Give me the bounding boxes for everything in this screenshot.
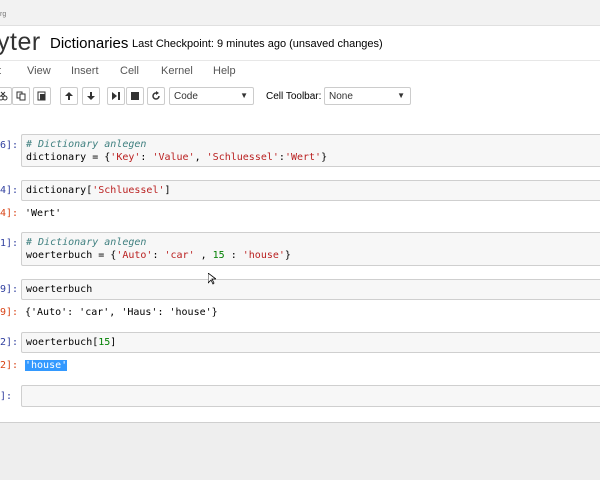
menu-help[interactable]: Help [213, 65, 236, 77]
code-input[interactable] [21, 385, 600, 407]
code-token: woerterbuch [26, 284, 93, 295]
menu-insert[interactable]: Insert [71, 65, 99, 77]
stop-icon [131, 92, 139, 100]
notebook-header: yter Dictionaries Last Checkpoint: 9 min… [0, 25, 600, 61]
cell-toolbar-select[interactable]: None ▼ [324, 87, 411, 105]
code-token: : [224, 250, 243, 261]
code-token: , [194, 152, 207, 163]
input-prompt: 1]: [0, 238, 19, 249]
jupyter-logo[interactable]: yter [0, 28, 41, 57]
code-token: 15 [98, 337, 111, 348]
code-input[interactable]: # Dictionary anlegen dictionary = {'Key'… [21, 134, 600, 167]
paste-icon [37, 91, 46, 101]
arrow-down-icon [87, 92, 95, 100]
code-line: dictionary = {'Key': 'Value', 'Schluesse… [26, 152, 327, 163]
code-token: 'Key' [110, 152, 141, 163]
code-token: # Dictionary anlegen [26, 237, 147, 248]
code-token: 15 [212, 250, 225, 261]
run-button[interactable] [107, 87, 125, 105]
cell-output: 'house' [25, 360, 68, 371]
menu-edit[interactable]: t [0, 65, 1, 77]
code-input[interactable]: woerterbuch[15] [21, 332, 600, 353]
code-token: , [194, 250, 213, 261]
code-line: # Dictionary anlegen [26, 237, 146, 248]
code-token: dictionary[ [26, 185, 93, 196]
code-token: 'Value' [152, 152, 195, 163]
code-input[interactable]: woerterbuch [21, 279, 600, 300]
code-line: # Dictionary anlegen [26, 139, 146, 150]
code-token: woerterbuch = { [26, 250, 117, 261]
output-prompt: 4]: [0, 208, 19, 219]
code-token: 'Auto' [116, 250, 153, 261]
input-prompt: 9]: [0, 284, 19, 295]
notebook-title[interactable]: Dictionaries [50, 35, 128, 52]
code-line: woerterbuch[15] [26, 337, 116, 348]
code-token: 'Schluessel' [206, 152, 279, 163]
code-token: # Dictionary anlegen [26, 139, 147, 150]
interrupt-button[interactable] [126, 87, 144, 105]
step-forward-icon [112, 92, 120, 100]
cell-type-select[interactable]: Code ▼ [169, 87, 254, 105]
code-token: 'car' [164, 250, 195, 261]
code-input[interactable]: # Dictionary anlegen woerterbuch = {'Aut… [21, 232, 600, 266]
code-line: woerterbuch [26, 284, 92, 295]
arrow-up-icon [65, 92, 73, 100]
browser-address-bar[interactable]: rg [0, 0, 600, 26]
code-token: : [140, 152, 153, 163]
code-token: dictionary = { [26, 152, 111, 163]
chevron-down-icon: ▼ [240, 91, 248, 100]
input-prompt: 4]: [0, 185, 19, 196]
code-token: : [152, 250, 165, 261]
output-prompt: 2]: [0, 360, 19, 371]
url-text: rg [0, 11, 7, 18]
restart-button[interactable] [147, 87, 165, 105]
input-prompt: ]: [0, 391, 13, 402]
copy-button[interactable] [12, 87, 30, 105]
cell-toolbar-value: None [329, 91, 353, 102]
refresh-icon [152, 91, 160, 100]
cell-type-value: Code [174, 91, 198, 102]
output-prompt: 9]: [0, 307, 19, 318]
input-prompt: 6]: [0, 140, 19, 151]
move-up-button[interactable] [60, 87, 78, 105]
copy-icon [16, 91, 26, 101]
menu-kernel[interactable]: Kernel [161, 65, 193, 77]
code-line: woerterbuch = {'Auto': 'car' , 15 : 'hou… [26, 250, 291, 261]
cut-button[interactable] [0, 87, 12, 105]
code-token: } [284, 250, 291, 261]
code-line: dictionary['Schluessel'] [26, 185, 171, 196]
cut-icon [0, 91, 8, 101]
code-input[interactable]: dictionary['Schluessel'] [21, 180, 600, 201]
code-token: 'house' [242, 250, 285, 261]
cell-output: {'Auto': 'car', 'Haus': 'house'} [25, 307, 218, 318]
code-token: 'Wert' [284, 152, 322, 163]
code-token: } [321, 152, 328, 163]
cell-toolbar-label: Cell Toolbar: [266, 91, 322, 102]
chevron-down-icon: ▼ [397, 91, 405, 100]
input-prompt: 2]: [0, 337, 19, 348]
notebook-container: 6]: # Dictionary anlegen dictionary = {'… [0, 110, 600, 423]
menu-bar: t View Insert Cell Kernel Help [0, 60, 600, 83]
cell-output: 'Wert' [25, 208, 62, 219]
checkpoint-status: Last Checkpoint: 9 minutes ago (unsaved … [132, 38, 383, 50]
mouse-cursor-icon [208, 273, 216, 285]
menu-cell[interactable]: Cell [120, 65, 139, 77]
notebook-toolbar: Code ▼ Cell Toolbar: None ▼ [0, 82, 600, 111]
code-token: ] [110, 337, 117, 348]
code-token: ] [164, 185, 171, 196]
move-down-button[interactable] [82, 87, 100, 105]
menu-view[interactable]: View [27, 65, 51, 77]
code-token: 'Schluessel' [92, 185, 165, 196]
code-token: woerterbuch[ [26, 337, 99, 348]
paste-button[interactable] [33, 87, 51, 105]
